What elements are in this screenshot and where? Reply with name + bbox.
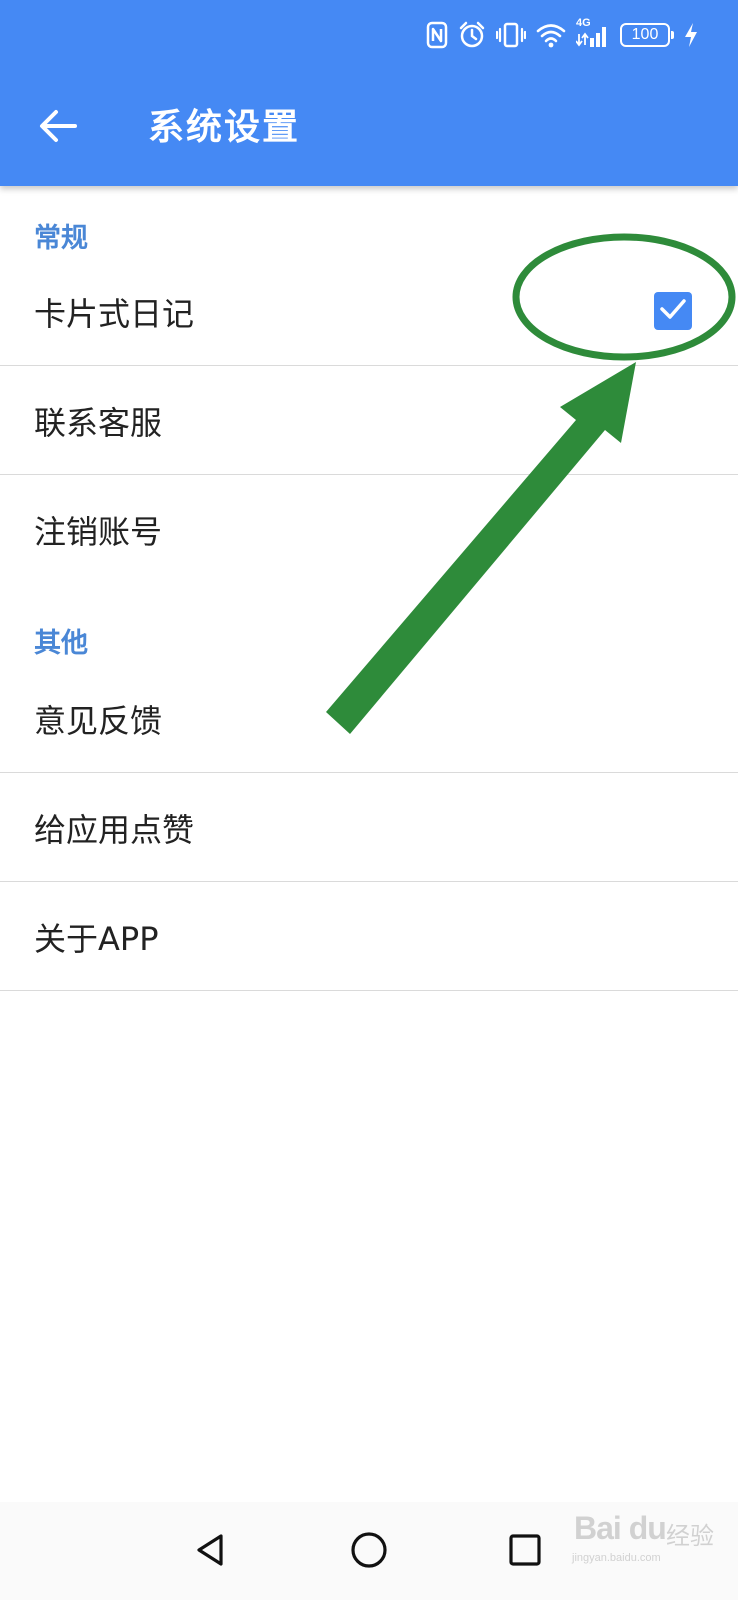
- card-diary-checkbox[interactable]: [654, 292, 692, 330]
- charging-icon: [684, 22, 698, 48]
- setting-delete-account[interactable]: 注销账号: [0, 476, 738, 584]
- section-header-general: 常规: [34, 223, 88, 254]
- setting-card-diary-label: 卡片式日记: [34, 294, 195, 333]
- setting-about-app[interactable]: 关于APP: [0, 883, 738, 991]
- nav-back-button[interactable]: [181, 1522, 241, 1582]
- watermark: Bai du 经验 jingyan.baidu.com: [566, 1500, 716, 1570]
- setting-card-diary[interactable]: 卡片式日记: [0, 258, 738, 366]
- setting-about-app-label: 关于APP: [34, 919, 159, 958]
- wifi-icon: [536, 22, 566, 48]
- alarm-icon: [458, 21, 486, 49]
- battery-icon: 100: [620, 23, 674, 47]
- section-header-other: 其他: [34, 628, 88, 659]
- setting-feedback-label: 意见反馈: [34, 701, 163, 740]
- home-circle-icon: [349, 1530, 389, 1574]
- back-button[interactable]: [30, 100, 86, 156]
- battery-level: 100: [620, 23, 670, 47]
- watermark-brand: Bai du: [574, 1510, 667, 1546]
- watermark-url: jingyan.baidu.com: [572, 1552, 661, 1564]
- setting-delete-account-label: 注销账号: [34, 513, 163, 551]
- watermark-cn: 经验: [666, 1522, 714, 1550]
- status-bar: 4G 100: [426, 17, 698, 50]
- page-title: 系统设置: [148, 107, 301, 148]
- arrow-left-icon: [39, 109, 77, 147]
- cellular-signal-icon: 4G: [576, 17, 610, 49]
- app-bar: 4G 100 系统设置: [0, 0, 738, 186]
- network-type-label: 4G: [576, 17, 591, 29]
- setting-rate-app[interactable]: 给应用点赞: [0, 774, 738, 882]
- setting-rate-app-label: 给应用点赞: [34, 810, 195, 849]
- vibrate-icon: [496, 21, 526, 49]
- settings-screen: 4G 100 系统设置 常规 卡片式日记 联系客服 注销账号 其他 意见反馈 给…: [0, 0, 738, 1600]
- recents-square-icon: [507, 1532, 543, 1572]
- nfc-icon: [426, 21, 448, 49]
- setting-contact-support[interactable]: 联系客服: [0, 367, 738, 475]
- setting-contact-support-label: 联系客服: [34, 403, 163, 442]
- back-triangle-icon: [193, 1532, 229, 1572]
- setting-feedback[interactable]: 意见反馈: [0, 665, 738, 773]
- nav-home-button[interactable]: [339, 1522, 399, 1582]
- checkmark-icon: [659, 297, 687, 325]
- nav-recents-button[interactable]: [495, 1522, 555, 1582]
